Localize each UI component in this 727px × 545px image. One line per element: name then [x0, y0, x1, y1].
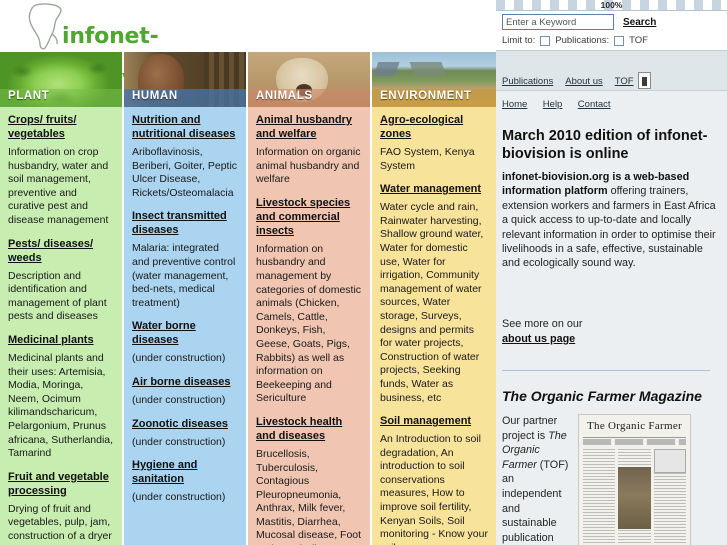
- news-body-text: offering trainers, extension workers and…: [502, 185, 716, 270]
- section-body: Description and identification and manag…: [8, 269, 107, 323]
- section-heading[interactable]: Crops/ fruits/ vegetables: [8, 113, 114, 141]
- banner-plant[interactable]: PLANT: [0, 52, 122, 107]
- section-heading[interactable]: Water management: [380, 182, 488, 196]
- tof-description: Our partner project is The Organic Farme…: [502, 414, 570, 545]
- about-us-page-link[interactable]: about us page: [502, 332, 717, 347]
- section-body: (under construction): [132, 491, 226, 504]
- logo-line-1: infonet-: [62, 24, 159, 49]
- primary-nav: Publications About us TOF: [496, 50, 727, 90]
- banner-animals[interactable]: ANIMALS: [248, 52, 370, 107]
- site-logo-block[interactable]: infonet- biovision: [0, 0, 496, 90]
- main-content-area: infonet- biovision PLANT HUMAN ANIMALS: [0, 0, 496, 545]
- category-banner-strip: PLANT HUMAN ANIMALS ENVIRONMENT: [0, 52, 496, 107]
- banner-label-environment: ENVIRONMENT: [380, 90, 472, 102]
- right-sidebar: 100% Search Limit to: Publications: TOF …: [496, 0, 727, 545]
- tof-cover-col-left: [583, 449, 616, 545]
- see-more-block: See more on our about us page: [502, 317, 717, 347]
- tof-cover-rule: [583, 437, 686, 438]
- section-heading[interactable]: Livestock species and commercial insects: [256, 196, 362, 238]
- limit-to-label: Limit to:: [502, 35, 536, 46]
- section-body: (under construction): [132, 393, 226, 406]
- section-body: An Introduction to soil degradation, An …: [380, 433, 488, 545]
- sidebar-divider: [502, 370, 710, 371]
- news-body: infonet-biovision.org is a web-based inf…: [502, 170, 717, 271]
- section-heading[interactable]: Hygiene and sanitation: [132, 458, 238, 486]
- section-body: Information on organic animal husbandry …: [256, 146, 361, 186]
- section-heading[interactable]: Air borne diseases: [132, 375, 238, 389]
- tof-magazine-thumbnail-icon[interactable]: [637, 72, 651, 89]
- banner-label-animals: ANIMALS: [256, 90, 313, 102]
- section-body: (under construction): [132, 435, 226, 448]
- column-plant: Crops/ fruits/ vegetables Information on…: [0, 107, 122, 545]
- section-heading[interactable]: Soil management: [380, 414, 488, 428]
- section-body: Brucellosis, Tuberculosis, Contagious Pl…: [256, 447, 362, 545]
- section-heading[interactable]: Medicinal plants: [8, 333, 114, 347]
- nav-publications[interactable]: Publications: [502, 76, 553, 87]
- zoom-level-label: 100%: [600, 0, 623, 10]
- tof-label: TOF: [629, 35, 648, 46]
- section-heading[interactable]: Fruit and vegetable processing: [8, 470, 114, 498]
- tof-body: Our partner project is The Organic Farme…: [502, 414, 721, 545]
- publications-checkbox[interactable]: [540, 35, 551, 46]
- banner-label-human: HUMAN: [132, 90, 178, 102]
- section-heading[interactable]: Pests/ diseases/ weeds: [8, 237, 114, 265]
- tof-cover-columns: [583, 449, 687, 545]
- section-heading[interactable]: Insect transmitted diseases: [132, 209, 238, 237]
- tof-cover-subtitle-bar: [583, 439, 686, 445]
- nav-help[interactable]: Help: [543, 99, 563, 110]
- nav-contact[interactable]: Contact: [578, 99, 611, 110]
- banner-human[interactable]: HUMAN: [124, 52, 246, 107]
- section-heading[interactable]: Water borne diseases: [132, 319, 238, 347]
- see-more-text: See more on our: [502, 318, 583, 330]
- nav-home[interactable]: Home: [502, 99, 527, 110]
- tof-cover-title: The Organic Farmer: [587, 420, 682, 432]
- section-body: Water cycle and rain, Rainwater harvesti…: [380, 201, 484, 404]
- news-title: March 2010 edition of infonet-biovision …: [502, 128, 708, 162]
- banner-label-plant: PLANT: [8, 90, 50, 102]
- section-heading[interactable]: Animal husbandry and welfare: [256, 113, 362, 141]
- banner-environment[interactable]: ENVIRONMENT: [372, 52, 496, 107]
- secondary-nav: Home Help Contact: [496, 90, 727, 110]
- section-heading[interactable]: Zoonotic diseases: [132, 417, 238, 431]
- search-input[interactable]: [502, 14, 614, 30]
- tof-text-part2: (TOF) an independent and sustainable pub…: [502, 458, 569, 544]
- search-area: Search Limit to: Publications: TOF: [496, 11, 727, 50]
- publications-label: Publications:: [555, 35, 610, 46]
- section-body: Malaria: integrated and preventive contr…: [132, 242, 236, 309]
- tof-checkbox[interactable]: [614, 35, 625, 46]
- column-human: Nutrition and nutritional diseases Aribo…: [124, 107, 246, 545]
- tof-cover-col-mid: [618, 449, 651, 545]
- category-columns: Crops/ fruits/ vegetables Information on…: [0, 107, 496, 545]
- section-body: Drying of fruit and vegetables, pulp, ja…: [8, 502, 112, 542]
- tof-title: The Organic Farmer Magazine: [502, 388, 702, 404]
- section-body: FAO System, Kenya System: [380, 146, 475, 172]
- column-animals: Animal husbandry and welfare Information…: [248, 107, 370, 545]
- section-body: Information on husbandry and management …: [256, 242, 362, 405]
- section-body: (under construction): [132, 352, 226, 365]
- section-heading[interactable]: Agro-ecological zones: [380, 113, 488, 141]
- tof-cover-col-right: [653, 449, 687, 545]
- nav-about-us[interactable]: About us: [565, 76, 603, 87]
- search-row: Search: [502, 14, 727, 30]
- tof-magazine-cover-image[interactable]: The Organic Farmer: [578, 414, 691, 545]
- news-block: March 2010 edition of infonet-biovision …: [502, 128, 717, 271]
- page-root: infonet- biovision PLANT HUMAN ANIMALS: [0, 0, 727, 545]
- section-heading[interactable]: Livestock health and diseases: [256, 415, 362, 443]
- section-heading[interactable]: Nutrition and nutritional diseases: [132, 113, 238, 141]
- nav-tof[interactable]: TOF: [615, 76, 634, 87]
- search-limit-row: Limit to: Publications: TOF: [502, 35, 727, 46]
- tof-magazine-block: The Organic Farmer Magazine Our partner …: [502, 388, 721, 545]
- section-body: Medicinal plants and their uses: Artemis…: [8, 351, 114, 460]
- column-environment: Agro-ecological zones FAO System, Kenya …: [372, 107, 496, 545]
- section-body: Information on crop husbandry, water and…: [8, 146, 109, 226]
- search-button[interactable]: Search: [623, 17, 656, 28]
- primary-nav-items: Publications About us TOF: [502, 72, 651, 89]
- section-body: Ariboflavinosis, Beriberi, Goiter, Pepti…: [132, 146, 238, 199]
